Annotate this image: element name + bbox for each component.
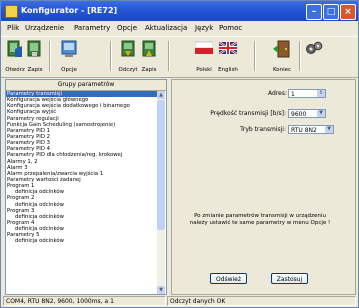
window-title: Konfigurator - [RE72] <box>21 6 118 15</box>
toolbar: Otwórz Zapis Opcje Odczyt Zapis Polski E… <box>1 36 358 78</box>
menu-language[interactable]: Język <box>195 24 213 32</box>
transmission-speed-select[interactable]: 9600 ▼ <box>288 109 326 118</box>
connection-status: COM4, RTU 8N2, 9600, 1000ms, a 1 <box>3 296 166 306</box>
app-icon <box>5 5 18 18</box>
menu-file[interactable]: Plik <box>7 24 19 32</box>
parameter-list-scrollbar[interactable]: ▲ ▼ <box>157 91 165 294</box>
open-icon <box>7 40 22 57</box>
toolbar-separator <box>254 41 256 71</box>
menu-options[interactable]: Opcje <box>117 24 137 32</box>
title-bar[interactable]: Konfigurator - [RE72] – □ × <box>1 1 358 21</box>
minimize-button[interactable]: – <box>306 4 322 20</box>
read-icon <box>121 40 135 57</box>
polish-language-button[interactable]: Polski <box>193 38 215 74</box>
write-button[interactable]: Zapis <box>139 38 159 74</box>
toolbar-separator <box>110 41 112 71</box>
toolbar-separator <box>168 41 170 71</box>
app-window: Konfigurator - [RE72] – □ × Plik Urządze… <box>0 0 359 308</box>
menu-help[interactable]: Pomoc <box>219 24 242 32</box>
options-button[interactable]: Opcje <box>57 38 81 74</box>
status-message: Odczyt danych OK <box>167 296 356 306</box>
menu-update[interactable]: Aktualizacja <box>145 24 187 32</box>
chevron-down-icon[interactable]: ▼ <box>317 110 325 117</box>
parameter-groups-list[interactable]: Parametry transmisji Konfiguracja wejścia… <box>6 91 157 294</box>
chevron-down-icon[interactable]: ▼ <box>325 126 333 133</box>
parameter-groups-panel: Grupy parametrów Parametry transmisji Kon… <box>5 79 167 295</box>
transmission-speed-label: Prędkość transmisji [b/s]: <box>210 110 286 117</box>
exit-button[interactable]: Koniec <box>270 38 294 74</box>
maximize-button[interactable]: □ <box>323 4 339 20</box>
status-bar: COM4, RTU 8N2, 9600, 1000ms, a 1 Odczyt … <box>1 295 358 307</box>
gears-icon <box>306 41 323 54</box>
polish-flag-icon <box>195 41 213 54</box>
menu-device[interactable]: Urządzenie <box>25 24 64 32</box>
read-button[interactable]: Odczyt <box>118 38 138 74</box>
address-stepper[interactable]: 1 ⇕ <box>288 89 326 98</box>
parameter-groups-header: Grupy parametrów <box>6 80 166 91</box>
refresh-button[interactable]: Odśwież <box>210 273 247 284</box>
scroll-up-icon[interactable]: ▲ <box>157 91 165 99</box>
apply-button[interactable]: Zastosuj <box>271 273 308 284</box>
options-icon <box>61 40 77 57</box>
about-button[interactable] <box>304 38 324 74</box>
english-language-button[interactable]: English <box>216 38 240 74</box>
transmission-mode-select[interactable]: RTU 8N2 ▼ <box>288 125 334 134</box>
save-icon <box>27 40 41 57</box>
toolbar-separator <box>299 41 301 71</box>
menu-bar: Plik Urządzenie Parametry Opcje Aktualiz… <box>1 22 358 35</box>
save-file-button[interactable]: Zapis <box>26 38 44 74</box>
close-button[interactable]: × <box>340 4 356 20</box>
english-flag-icon <box>219 41 237 55</box>
address-label: Adres: <box>268 90 287 97</box>
menu-parameters[interactable]: Parametry <box>74 24 110 32</box>
open-button[interactable]: Otwórz <box>5 38 25 74</box>
toolbar-separator <box>49 41 51 71</box>
scroll-down-icon[interactable]: ▼ <box>157 286 165 294</box>
scroll-thumb[interactable] <box>157 100 165 230</box>
stepper-arrows-icon[interactable]: ⇕ <box>317 90 325 97</box>
transmission-note: Po zmianie parametrów transmisji w urząd… <box>189 213 331 226</box>
write-icon <box>142 40 156 57</box>
transmission-mode-label: Tryb transmisji: <box>240 126 286 133</box>
parameter-group-item[interactable]: definicja odcinków <box>6 238 157 244</box>
exit-door-icon <box>273 40 290 58</box>
